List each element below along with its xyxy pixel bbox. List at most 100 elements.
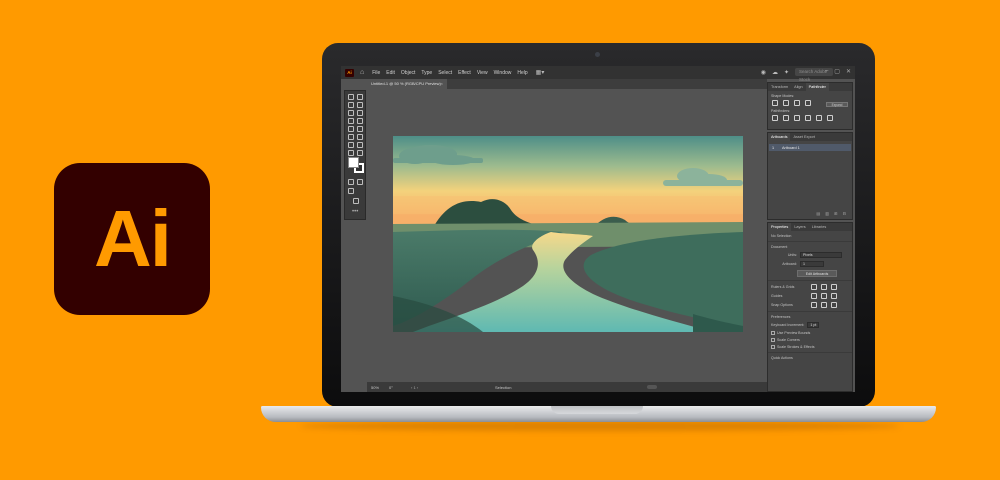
selection-tool-icon[interactable] — [348, 94, 354, 100]
magic-wand-tool-icon[interactable] — [348, 102, 354, 108]
menu-effect[interactable]: Effect — [458, 70, 471, 76]
divider — [768, 241, 852, 242]
divide-icon[interactable] — [772, 115, 778, 121]
minimize-icon[interactable]: – — [825, 68, 828, 75]
workspace-layout-icon[interactable]: ▦▾ — [536, 69, 545, 76]
keyboard-increment-input[interactable]: 1 pt — [807, 322, 820, 328]
intersect-icon[interactable] — [794, 100, 800, 106]
tab-pathfinder[interactable]: Pathfinder — [805, 83, 829, 91]
snap-pixel-icon[interactable] — [831, 302, 837, 308]
gradient-mode-icon[interactable] — [357, 179, 363, 185]
units-label: Units: — [787, 253, 797, 257]
grid-icon[interactable] — [821, 284, 827, 290]
artboard-tool-icon[interactable] — [348, 150, 354, 156]
minus-back-icon[interactable] — [827, 115, 833, 121]
tab-transform[interactable]: Transform — [768, 85, 791, 89]
landscape-illustration — [393, 136, 743, 332]
curvature-tool-icon[interactable] — [357, 110, 363, 116]
lock-guides-icon[interactable] — [821, 293, 827, 299]
home-icon[interactable]: ⌂ — [360, 69, 364, 76]
show-guides-icon[interactable] — [811, 293, 817, 299]
lightbulb-icon[interactable]: ✦ — [784, 69, 789, 76]
paintbrush-tool-icon[interactable] — [357, 126, 363, 132]
tab-libraries[interactable]: Libraries — [809, 225, 830, 229]
guides-row: Guides — [771, 293, 852, 299]
tab-asset-export[interactable]: Asset Export — [790, 135, 818, 139]
hand-tool-icon[interactable] — [357, 142, 363, 148]
type-tool-icon[interactable] — [348, 118, 354, 124]
artboard-canvas[interactable] — [393, 136, 743, 332]
menu-bar: Ai ⌂ File Edit Object Type Select Effect… — [341, 66, 855, 82]
close-tab-icon[interactable]: × — [441, 79, 443, 89]
document-tab[interactable]: Untitled-1 @ 50 % (RGB/CPU Preview) × — [367, 79, 447, 89]
smart-guides-icon[interactable] — [831, 293, 837, 299]
lasso-tool-icon[interactable] — [357, 102, 363, 108]
menu-select[interactable]: Select — [438, 70, 452, 76]
tab-artboards[interactable]: Artboards — [768, 133, 791, 141]
menu-file[interactable]: File — [372, 70, 380, 76]
camera — [595, 52, 600, 57]
maximize-icon[interactable]: ▢ — [834, 68, 840, 75]
tab-layers[interactable]: Layers — [791, 225, 808, 229]
cloud-icon[interactable]: ☁ — [772, 69, 778, 76]
tab-align[interactable]: Align — [791, 85, 805, 89]
zoom-level[interactable]: 50% — [371, 385, 389, 390]
merge-icon[interactable] — [794, 115, 800, 121]
color-mode-icon[interactable] — [348, 179, 354, 185]
quick-actions-label: Quick Actions — [771, 356, 793, 360]
artboard-list-row[interactable]: 1 Artboard 1 — [769, 144, 851, 151]
logo-text: Ai — [94, 194, 172, 283]
pathfinder-panel: Transform Align Pathfinder Shape Modes: … — [767, 82, 853, 130]
trim-icon[interactable] — [783, 115, 789, 121]
keyboard-increment-label: Keyboard Increment: — [771, 323, 805, 327]
menu-edit[interactable]: Edit — [386, 70, 395, 76]
exclude-icon[interactable] — [805, 100, 811, 106]
scale-strokes-row: Scale Strokes & Effects — [771, 345, 852, 349]
direct-selection-tool-icon[interactable] — [357, 94, 363, 100]
window-controls: – ▢ ✕ — [825, 68, 851, 75]
rotate-tool-icon[interactable] — [357, 134, 363, 140]
tab-properties[interactable]: Properties — [768, 223, 792, 231]
rulers-icon[interactable] — [811, 284, 817, 290]
menu-window[interactable]: Window — [494, 70, 512, 76]
close-window-icon[interactable]: ✕ — [846, 68, 851, 75]
eyedropper-tool-icon[interactable] — [348, 142, 354, 148]
zoom-tool-icon[interactable] — [357, 150, 363, 156]
snap-point-icon[interactable] — [811, 302, 817, 308]
eraser-tool-icon[interactable] — [348, 134, 354, 140]
screen-mode-icon[interactable] — [353, 198, 359, 204]
expand-button[interactable]: Expand — [826, 102, 848, 107]
user-icon[interactable]: ◉ — [761, 69, 766, 76]
units-select[interactable]: Pixels — [800, 252, 842, 258]
unite-icon[interactable] — [772, 100, 778, 106]
scale-corners-checkbox[interactable] — [771, 338, 775, 342]
menu-help[interactable]: Help — [517, 70, 527, 76]
fill-swatch[interactable] — [348, 157, 359, 168]
menu-object[interactable]: Object — [401, 70, 415, 76]
edit-artboards-button[interactable]: Edit Artboards — [797, 270, 837, 277]
outline-icon[interactable] — [816, 115, 822, 121]
artboards-panel-footer-icons[interactable]: ▤ ▥ ⊞ ⊟ — [816, 211, 848, 216]
pixel-grid-icon[interactable] — [831, 284, 837, 290]
menu-view[interactable]: View — [477, 70, 488, 76]
pen-tool-icon[interactable] — [348, 110, 354, 116]
more-tools-icon[interactable]: ••• — [352, 209, 358, 215]
preferences-label: Preferences — [771, 315, 791, 319]
minus-front-icon[interactable] — [783, 100, 789, 106]
app-icon[interactable]: Ai — [345, 68, 354, 77]
horizontal-scrollbar[interactable] — [647, 385, 657, 389]
line-tool-icon[interactable] — [357, 118, 363, 124]
artboard-select[interactable]: 1 — [800, 261, 824, 267]
menu-type[interactable]: Type — [421, 70, 432, 76]
artboard-label: Artboard: — [782, 262, 797, 266]
rotation-angle[interactable]: 0° — [389, 385, 411, 390]
scale-strokes-checkbox[interactable] — [771, 345, 775, 349]
crop-icon[interactable] — [805, 115, 811, 121]
snap-grid-icon[interactable] — [821, 302, 827, 308]
preview-bounds-checkbox[interactable] — [771, 331, 775, 335]
properties-panel-tabs: Properties Layers Libraries — [768, 223, 852, 231]
rectangle-tool-icon[interactable] — [348, 126, 354, 132]
draw-mode-icon[interactable] — [348, 188, 354, 194]
artboard-navigation[interactable]: ‹ 1 › — [411, 385, 471, 390]
divider — [768, 311, 852, 312]
